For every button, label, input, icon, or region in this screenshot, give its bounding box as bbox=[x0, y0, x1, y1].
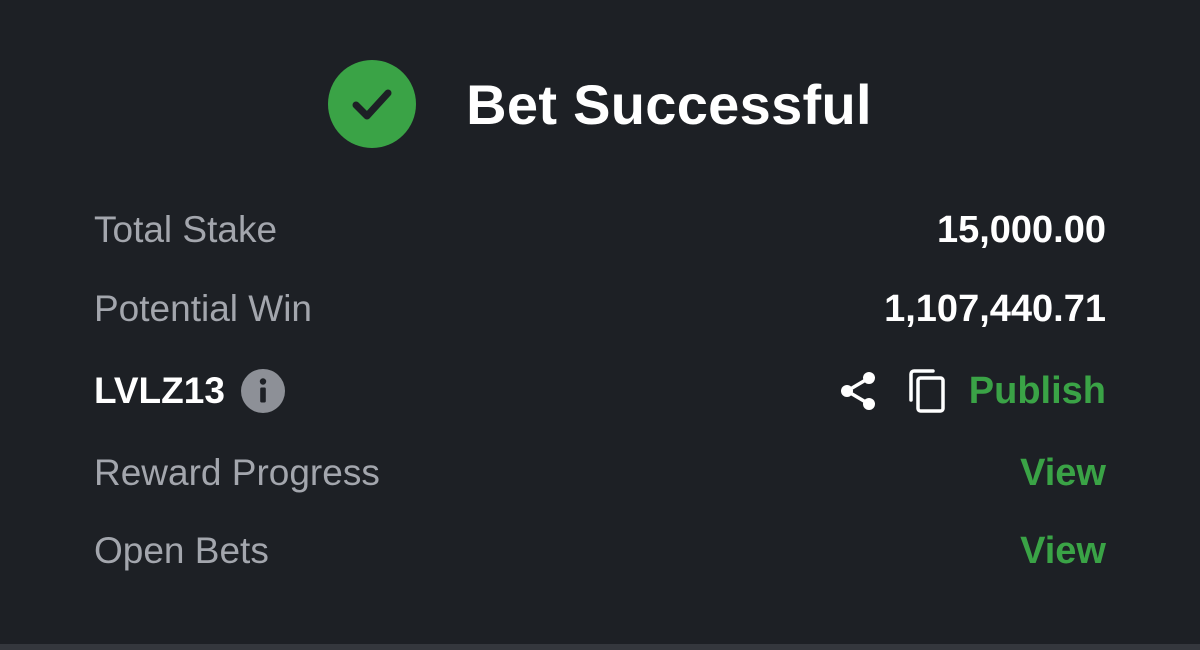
potential-win-label: Potential Win bbox=[94, 288, 312, 329]
info-icon[interactable] bbox=[240, 369, 285, 413]
copy-icon[interactable] bbox=[907, 368, 947, 414]
total-stake-row: Total Stake 15,000.00 bbox=[94, 200, 1106, 260]
total-stake-label: Total Stake bbox=[94, 209, 278, 250]
success-header: Bet Successful bbox=[0, 59, 1200, 149]
share-icon[interactable] bbox=[837, 369, 879, 413]
bet-confirmation-screen: Bet Successful Total Stake 15,000.00 Pot… bbox=[0, 0, 1200, 650]
potential-win-value: 1,107,440.71 bbox=[884, 287, 1106, 330]
booking-actions: Publish bbox=[837, 368, 1106, 414]
bottom-divider bbox=[0, 644, 1200, 650]
reward-progress-view-link[interactable]: View bbox=[1020, 452, 1106, 495]
publish-button[interactable]: Publish bbox=[969, 370, 1106, 413]
check-circle-icon bbox=[328, 60, 417, 148]
booking-code-group: LVLZ13 bbox=[94, 369, 285, 413]
reward-progress-label: Reward Progress bbox=[94, 452, 380, 493]
open-bets-row: Open Bets View bbox=[94, 521, 1106, 581]
booking-code-row: LVLZ13 Publish bbox=[94, 361, 1106, 421]
page-title: Bet Successful bbox=[466, 72, 872, 136]
potential-win-row: Potential Win 1,107,440.71 bbox=[94, 279, 1106, 339]
open-bets-view-link[interactable]: View bbox=[1020, 530, 1106, 573]
booking-code[interactable]: LVLZ13 bbox=[94, 370, 225, 412]
reward-progress-row: Reward Progress View bbox=[94, 443, 1106, 503]
total-stake-value: 15,000.00 bbox=[936, 208, 1106, 251]
open-bets-label: Open Bets bbox=[94, 530, 269, 571]
